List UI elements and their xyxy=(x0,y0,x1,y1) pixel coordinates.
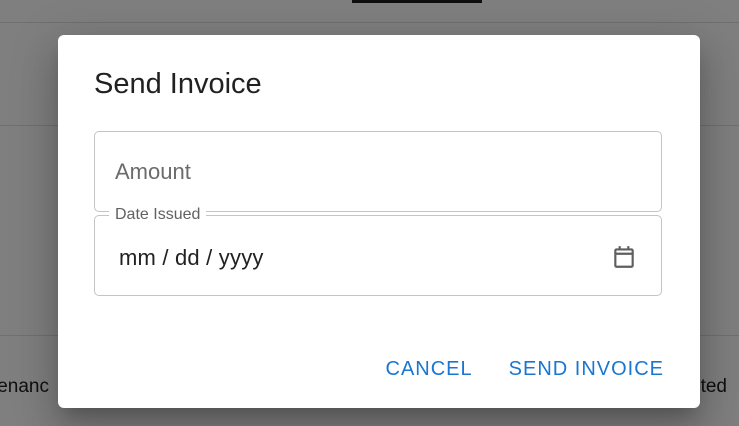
dialog-actions: CANCEL SEND INVOICE xyxy=(374,353,677,385)
send-invoice-button[interactable]: SEND INVOICE xyxy=(497,353,676,385)
dialog-title: Send Invoice xyxy=(94,68,262,100)
amount-input[interactable] xyxy=(95,132,661,211)
amount-field xyxy=(94,131,662,212)
date-issued-label: Date Issued xyxy=(109,206,207,224)
send-invoice-dialog: Send Invoice Date Issued mm / dd / yyyy … xyxy=(58,35,700,408)
date-issued-input[interactable]: mm / dd / yyyy xyxy=(119,245,264,271)
cancel-button[interactable]: CANCEL xyxy=(374,353,485,385)
calendar-icon[interactable] xyxy=(611,244,637,270)
date-issued-field: Date Issued mm / dd / yyyy xyxy=(94,206,662,296)
